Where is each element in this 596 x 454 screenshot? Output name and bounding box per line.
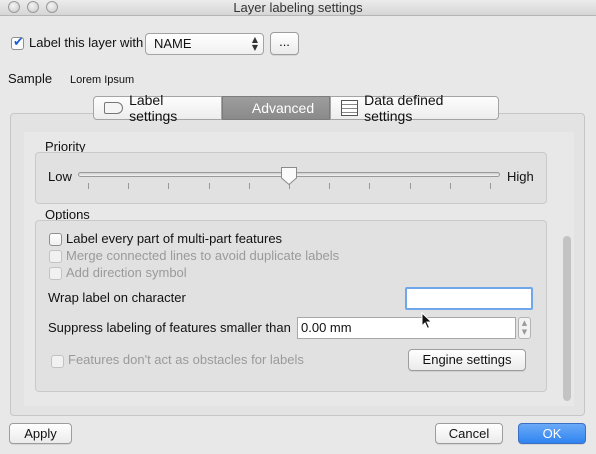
tab-label-settings[interactable]: Label settings [93, 92, 222, 124]
suppress-label: Suppress labeling of features smaller th… [48, 320, 291, 335]
tab-data-defined-label: Data defined settings [364, 92, 444, 124]
mouse-cursor-icon [421, 312, 433, 330]
suppress-size-input[interactable]: 0.00 mm [297, 317, 516, 339]
minimize-window-icon[interactable] [27, 1, 39, 13]
label-layer-label: Label this layer with [29, 35, 144, 50]
slider-tick [449, 183, 451, 189]
label-every-part-label: Label every part of multi-part features [66, 231, 283, 246]
title-bar: Layer labeling settings [0, 0, 596, 16]
field-select[interactable]: NAME ▲ ▼ [145, 33, 264, 55]
field-select-value: NAME [154, 36, 192, 51]
vertical-scrollbar[interactable] [563, 236, 571, 401]
suppress-size-stepper[interactable]: ▲ ▼ [518, 317, 531, 339]
table-icon [341, 100, 359, 116]
tab-data-defined[interactable]: Data defined settings [330, 92, 499, 124]
label-every-part-checkbox[interactable] [49, 233, 62, 246]
close-window-icon[interactable] [8, 1, 20, 13]
zoom-window-icon[interactable] [46, 1, 58, 13]
sample-text: Lorem Ipsum [70, 74, 135, 86]
priority-slider-thumb[interactable] [280, 166, 298, 186]
add-direction-label: Add direction symbol [66, 265, 187, 280]
tab-advanced-label: Advanced [251, 100, 315, 116]
merge-lines-checkbox [49, 250, 62, 263]
cancel-button[interactable]: Cancel [435, 423, 503, 444]
obstacles-label: Features don't act as obstacles for labe… [68, 352, 304, 367]
window-title: Layer labeling settings [233, 0, 363, 15]
label-layer-checkbox[interactable] [11, 35, 24, 50]
label-tag-icon [104, 102, 124, 114]
obstacles-checkbox [51, 355, 64, 368]
ok-button[interactable]: OK [518, 423, 586, 444]
slider-tick [88, 183, 89, 189]
tab-advanced[interactable]: Advanced [222, 96, 330, 120]
slider-tick [409, 183, 411, 189]
slider-tick [208, 183, 210, 189]
priority-low-label: Low [48, 169, 72, 184]
priority-high-label: High [507, 169, 534, 184]
slider-tick [369, 183, 371, 189]
slider-tick [248, 183, 250, 189]
tab-label-settings-label: Label settings [129, 92, 178, 124]
merge-lines-label: Merge connected lines to avoid duplicate… [66, 248, 340, 263]
engine-settings-button[interactable]: Engine settings [408, 349, 526, 371]
wrap-character-input[interactable] [405, 287, 533, 310]
slider-tick [128, 183, 130, 189]
tab-bar: Label settings Advanced Data defined set… [93, 92, 499, 124]
expression-button[interactable]: ... [270, 32, 299, 55]
wrap-label-label: Wrap label on character [48, 290, 186, 305]
slider-tick [168, 183, 170, 189]
apply-button[interactable]: Apply [9, 423, 72, 444]
slider-tick [329, 183, 331, 189]
slider-tick [490, 183, 491, 189]
updown-arrows-icon: ▲ ▼ [251, 35, 258, 52]
add-direction-checkbox [49, 267, 62, 280]
sample-label: Sample [8, 71, 53, 86]
